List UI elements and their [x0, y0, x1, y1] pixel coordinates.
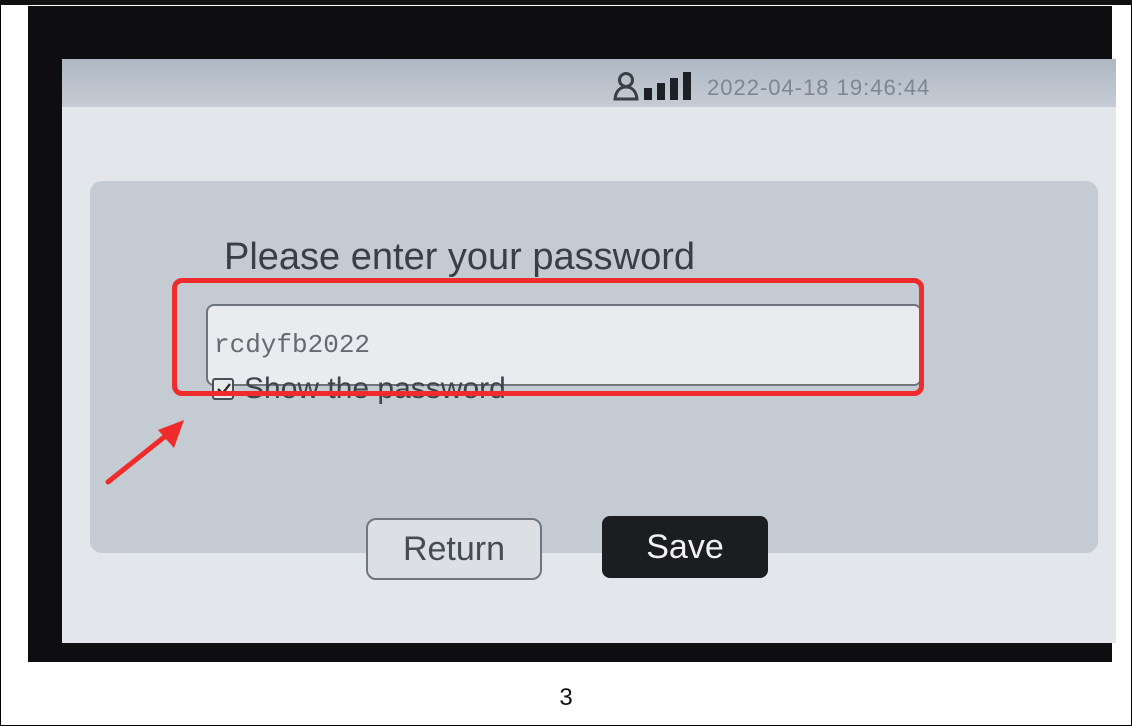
- save-button[interactable]: Save: [602, 516, 768, 578]
- status-bar: 2022-04-18 19:46:44: [62, 59, 1116, 107]
- status-datetime: 2022-04-18 19:46:44: [707, 75, 931, 100]
- password-prompt: Please enter your password: [224, 236, 696, 278]
- page-number: 3: [559, 684, 573, 711]
- return-button[interactable]: Return: [366, 518, 542, 580]
- user-icon: [613, 72, 639, 101]
- signal-icon: [644, 72, 691, 100]
- annotation-highlight-box: [172, 278, 924, 396]
- annotation-arrow-icon: [105, 420, 184, 485]
- top-rule: [0, 0, 1132, 5]
